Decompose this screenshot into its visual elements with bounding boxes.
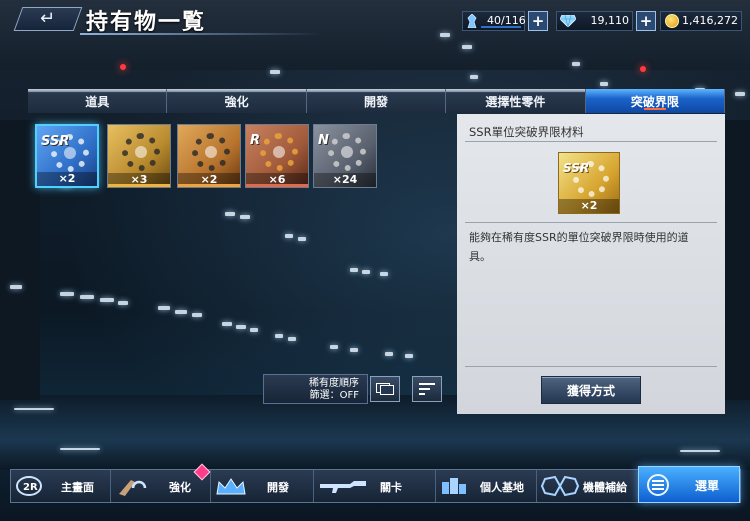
nav-personal-base[interactable]: 個人基地 xyxy=(436,470,537,502)
tab-label: 道具 xyxy=(85,94,110,109)
filter-status-label: 篩選：OFF xyxy=(309,390,359,401)
rarity-bar xyxy=(108,184,170,187)
nav-label: 機體補給 xyxy=(583,481,627,494)
sort-icon xyxy=(419,380,435,399)
capacity-counter: 40/116 xyxy=(462,11,526,31)
sort-filter-panel[interactable]: 稀有度順序 篩選：OFF xyxy=(263,374,368,404)
crown-icon xyxy=(215,475,247,497)
item-sr-limit-break-a[interactable]: ×3 xyxy=(107,124,171,188)
back-button[interactable]: ↵ xyxy=(13,7,83,31)
nav-home[interactable]: 2R 主畫面 xyxy=(11,470,111,502)
add-gems-button[interactable]: + xyxy=(636,11,656,31)
obtain-method-label: 獲得方式 xyxy=(566,383,615,398)
mech-supply-icon xyxy=(541,475,579,497)
rank-badge: R xyxy=(250,133,261,148)
tab-items[interactable]: 道具 xyxy=(28,89,168,113)
gem-value: 19,110 xyxy=(590,14,630,27)
nav-stages[interactable]: 關卡 xyxy=(314,470,436,502)
tab-label: 強化 xyxy=(224,94,249,109)
divider xyxy=(465,141,717,142)
sort-order-button[interactable] xyxy=(412,376,442,402)
title-underline xyxy=(80,33,320,35)
detail-description: 能夠在稀有度SSR的單位突破界限時使用的道具。 xyxy=(469,231,689,263)
nav-label: 強化 xyxy=(169,481,191,494)
item-n-limit-break[interactable]: N ×24 xyxy=(313,124,377,188)
detail-title: SSR單位突破界限材料 xyxy=(469,125,584,139)
gear-icon xyxy=(192,133,230,171)
coin-value: 1,416,272 xyxy=(682,14,738,27)
rank-badge: N xyxy=(318,133,329,148)
item-count: ×2 xyxy=(37,172,97,186)
tab-enhance[interactable]: 強化 xyxy=(167,89,307,113)
tab-limit-break[interactable]: 突破界限 xyxy=(585,89,726,113)
wrench-icon xyxy=(117,475,151,497)
item-count: ×24 xyxy=(314,173,376,187)
tab-label: 突破界限 xyxy=(630,94,679,109)
detail-item-icon: SSR ×2 xyxy=(558,152,620,214)
coin-counter: 1,416,272 xyxy=(660,11,742,31)
unit-capacity-icon xyxy=(467,13,477,29)
divider xyxy=(465,222,717,223)
rarity-bar xyxy=(178,184,240,187)
sort-order-label: 稀有度順序 xyxy=(309,378,359,389)
nav-label: 選單 xyxy=(695,479,720,493)
nav-label: 個人基地 xyxy=(480,481,524,494)
nav-label: 開發 xyxy=(267,481,289,494)
rarity-bar xyxy=(246,184,308,187)
header-bar: ↵ 持有物一覧 40/116 + 19,110 + 1,416,272 xyxy=(0,0,750,38)
add-capacity-button[interactable]: + xyxy=(528,11,548,31)
gear-icon xyxy=(328,133,366,171)
plus-icon: + xyxy=(639,11,653,30)
gear-icon xyxy=(260,133,298,171)
window-icon xyxy=(376,380,394,399)
nav-mech-supply[interactable]: 機體補給 xyxy=(537,470,637,502)
coin-icon xyxy=(665,14,679,28)
gear-icon xyxy=(122,133,160,171)
gem-icon xyxy=(559,14,577,30)
rank-badge: SSR xyxy=(41,134,70,149)
tab-develop[interactable]: 開發 xyxy=(306,89,447,113)
gem-counter: 19,110 xyxy=(556,11,633,31)
menu-icon xyxy=(645,473,671,501)
page-title: 持有物一覧 xyxy=(86,10,207,35)
tab-label: 選擇性零件 xyxy=(485,94,546,109)
nav-label: 主畫面 xyxy=(61,481,94,494)
tab-label: 開發 xyxy=(364,94,389,109)
obtain-method-button[interactable]: 獲得方式 xyxy=(541,376,641,404)
svg-text:2R: 2R xyxy=(23,482,38,493)
back-arrow-icon: ↵ xyxy=(40,8,56,29)
item-sr-limit-break-b[interactable]: ×2 xyxy=(177,124,241,188)
base-icon xyxy=(440,475,468,497)
item-r-limit-break[interactable]: R ×6 xyxy=(245,124,309,188)
capacity-bar xyxy=(481,26,521,28)
home-emblem-icon: 2R xyxy=(15,475,43,497)
view-toggle-button[interactable] xyxy=(370,376,400,402)
item-count: ×2 xyxy=(559,199,619,213)
tab-optional-parts[interactable]: 選擇性零件 xyxy=(446,89,586,113)
bottom-navigation: 2R 主畫面 強化 開發 關卡 個人基地 機體補給 xyxy=(10,469,741,503)
item-ssr-limit-break[interactable]: SSR ×2 xyxy=(35,124,99,188)
plus-icon: + xyxy=(531,11,545,30)
rank-badge: SSR xyxy=(563,161,590,175)
nav-develop[interactable]: 開發 xyxy=(211,470,314,502)
divider xyxy=(465,366,717,367)
category-tabs: 道具 強化 開發 選擇性零件 突破界限 xyxy=(28,89,726,113)
item-detail-panel: SSR單位突破界限材料 SSR ×2 能夠在稀有度SSR的單位突破界限時使用的道… xyxy=(457,114,725,414)
nav-label: 關卡 xyxy=(380,481,402,494)
rifle-icon xyxy=(320,475,368,497)
nav-menu[interactable]: 選單 xyxy=(638,466,740,503)
